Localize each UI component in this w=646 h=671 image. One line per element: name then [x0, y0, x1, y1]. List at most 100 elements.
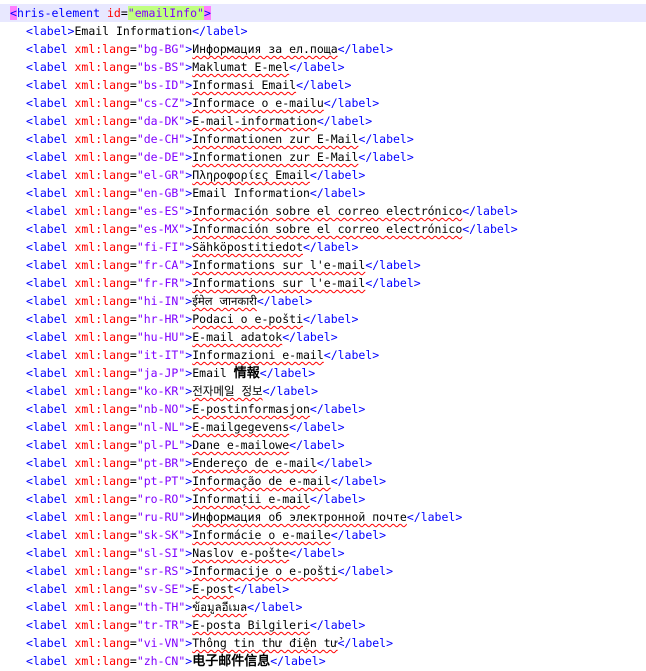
label-open-tag: <label>: [26, 24, 75, 38]
equals-sign: =: [129, 222, 137, 236]
label-close-tag: </label>: [323, 96, 380, 110]
equals-sign: =: [129, 564, 137, 578]
lang-attribute-name: xml:lang: [74, 474, 130, 488]
code-line-label[interactable]: <label xml:lang="hu-HU">E-mail adatok</l…: [0, 328, 338, 346]
lang-attribute-name: xml:lang: [74, 276, 130, 290]
label-close-tag: </label>: [303, 240, 359, 254]
lang-attribute-name: xml:lang: [74, 150, 130, 164]
code-line-label[interactable]: <label xml:lang="de-DE">Informationen zu…: [0, 148, 414, 166]
lang-attribute-name: xml:lang: [74, 222, 130, 236]
code-line-label[interactable]: <label xml:lang="el-GR">Πληροφορίες Emai…: [0, 166, 365, 184]
code-line-label[interactable]: <label xml:lang="es-ES">Información sobr…: [0, 202, 518, 220]
lang-attribute-value: "vi-VN": [136, 636, 186, 650]
code-line-label[interactable]: <label xml:lang="hi-IN">ईमेल जानकारी</la…: [0, 292, 312, 310]
lang-attribute-name: xml:lang: [74, 204, 130, 218]
label-text: E-mailgegevens: [192, 420, 290, 434]
lang-attribute-value: "en-GB": [136, 186, 186, 200]
label-close-tag: </label>: [330, 528, 387, 542]
code-line-default-label[interactable]: <label>Email Information</label>: [0, 22, 248, 40]
code-line-label[interactable]: <label xml:lang="bs-BS">Maklumat E-mel</…: [0, 58, 345, 76]
label-close-tag: </label>: [303, 312, 359, 326]
label-text: Informations sur l'e-mail: [192, 276, 366, 290]
label-close-tag: </label>: [337, 564, 394, 578]
label-close-tag: </label>: [330, 474, 387, 488]
label-text: Informations sur l'e-mail: [192, 258, 366, 272]
label-text: Email Information: [74, 24, 193, 38]
code-line-label[interactable]: <label xml:lang="ru-RU">Информация об эл…: [0, 508, 462, 526]
code-line-label[interactable]: <label xml:lang="ko-KR">전자메일 정보</label>: [0, 382, 318, 400]
equals-sign: =: [129, 528, 137, 542]
code-line-label[interactable]: <label xml:lang="pt-PT">Informação de e-…: [0, 472, 386, 490]
xml-code-editor[interactable]: <hris-element id="emailInfo"> <label>Ema…: [0, 0, 646, 671]
code-line-label[interactable]: <label xml:lang="bg-BG">Информация за ел…: [0, 40, 393, 58]
label-close-tag: </label>: [289, 438, 345, 452]
root-attribute-name: id: [106, 6, 121, 20]
code-line-label[interactable]: <label xml:lang="sr-RS">Informacije o e-…: [0, 562, 393, 580]
label-open-tag: <label: [26, 168, 68, 182]
label-close-tag: </label>: [309, 402, 366, 416]
equals-sign: =: [129, 294, 137, 308]
lang-attribute-value: "sr-RS": [136, 564, 186, 578]
code-line-label[interactable]: <label xml:lang="it-IT">Informazioni e-m…: [0, 346, 379, 364]
lang-attribute-name: xml:lang: [74, 636, 130, 650]
label-text: Informasi Email: [192, 78, 297, 92]
lang-attribute-name: xml:lang: [74, 240, 130, 254]
code-line-label[interactable]: <label xml:lang="ja-JP">Email 情報</label>: [0, 364, 315, 382]
lang-attribute-value: "de-DE": [136, 150, 186, 164]
code-line-label[interactable]: <label xml:lang="fi-FI">Sähköpostitiedot…: [0, 238, 358, 256]
equals-sign: =: [129, 618, 137, 632]
label-open-tag: <label: [26, 564, 68, 578]
label-open-tag: <label: [26, 60, 68, 74]
code-line-label[interactable]: <label xml:lang="fr-CA">Informations sur…: [0, 256, 421, 274]
lang-attribute-value: "bs-BS": [136, 60, 186, 74]
label-text: ईमेल जानकारी: [192, 294, 257, 308]
code-line-label[interactable]: <label xml:lang="nl-NL">E-mailgegevens</…: [0, 418, 345, 436]
label-close-tag: </label>: [289, 546, 345, 560]
label-text: Informácie o e-maile: [192, 528, 331, 542]
code-line-label[interactable]: <label xml:lang="es-MX">Información sobr…: [0, 220, 518, 238]
lang-attribute-value: "nl-NL": [136, 420, 186, 434]
label-close-tag: </label>: [282, 330, 338, 344]
code-line-label[interactable]: <label xml:lang="vi-VN">Thông tin thư đi…: [0, 634, 393, 652]
code-line-label[interactable]: <label xml:lang="cs-CZ">Informace o e-ma…: [0, 94, 379, 112]
code-line-label[interactable]: <label xml:lang="bs-ID">Informasi Email<…: [0, 76, 351, 94]
label-text: E-post: [192, 582, 234, 596]
label-open-tag: <label: [26, 42, 68, 56]
code-line-label[interactable]: <label xml:lang="nb-NO">E-postinformasjo…: [0, 400, 365, 418]
code-line-label[interactable]: <label xml:lang="th-TH">ข้อมูลอีเมล</lab…: [0, 598, 302, 616]
code-line-label[interactable]: <label xml:lang="sk-SK">Informácie o e-m…: [0, 526, 386, 544]
lang-attribute-value: "hr-HR": [136, 312, 186, 326]
label-text: E-postinformasjon: [192, 402, 310, 416]
label-open-tag: <label: [26, 492, 68, 506]
label-text: Informationen zur E-Mail: [192, 132, 359, 146]
label-open-tag: <label: [26, 348, 68, 362]
code-line-label[interactable]: <label xml:lang="fr-FR">Informations sur…: [0, 274, 421, 292]
label-close-tag: </label>: [406, 510, 463, 524]
code-line-label[interactable]: <label xml:lang="zh-CN">电子邮件信息</label>: [0, 652, 326, 670]
code-line-label[interactable]: <label xml:lang="de-CH">Informationen zu…: [0, 130, 414, 148]
code-line-label[interactable]: <label xml:lang="pl-PL">Dane e-mailowe</…: [0, 436, 345, 454]
code-line-label[interactable]: <label xml:lang="ro-RO">Informații e-mai…: [0, 490, 365, 508]
label-open-tag: <label: [26, 636, 68, 650]
code-line-label[interactable]: <label xml:lang="sv-SE">E-post</label>: [0, 580, 289, 598]
code-line-label[interactable]: <label xml:lang="sl-SI">Naslov e-pošte</…: [0, 544, 345, 562]
lang-attribute-name: xml:lang: [74, 618, 130, 632]
label-open-tag: <label: [26, 294, 68, 308]
lang-attribute-value: "hi-IN": [136, 294, 186, 308]
code-line-label[interactable]: <label xml:lang="da-DK">E-mail-informati…: [0, 112, 372, 130]
code-line-label[interactable]: <label xml:lang="hr-HR">Podaci o e-pošti…: [0, 310, 358, 328]
code-line-label[interactable]: <label xml:lang="pt-BR">Endereço de e-ma…: [0, 454, 372, 472]
label-close-tag: </label>: [337, 42, 394, 56]
label-open-tag: <label: [26, 276, 68, 290]
lang-attribute-value: "ja-JP": [136, 366, 186, 380]
label-close-tag: </label>: [365, 258, 421, 272]
lang-attribute-value: "nb-NO": [136, 402, 186, 416]
label-text: Sähköpostitiedot: [192, 240, 303, 254]
code-line-label[interactable]: <label xml:lang="en-GB">Email Informatio…: [0, 184, 365, 202]
lang-attribute-value: "ko-KR": [136, 384, 186, 398]
code-line-root[interactable]: <hris-element id="emailInfo">: [0, 4, 646, 22]
code-line-label[interactable]: <label xml:lang="tr-TR">E-posta Bilgiler…: [0, 616, 365, 634]
lang-attribute-value: "sl-SI": [136, 546, 186, 560]
lang-attribute-value: "sk-SK": [136, 528, 186, 542]
label-text: 전자메일 정보: [192, 384, 263, 398]
